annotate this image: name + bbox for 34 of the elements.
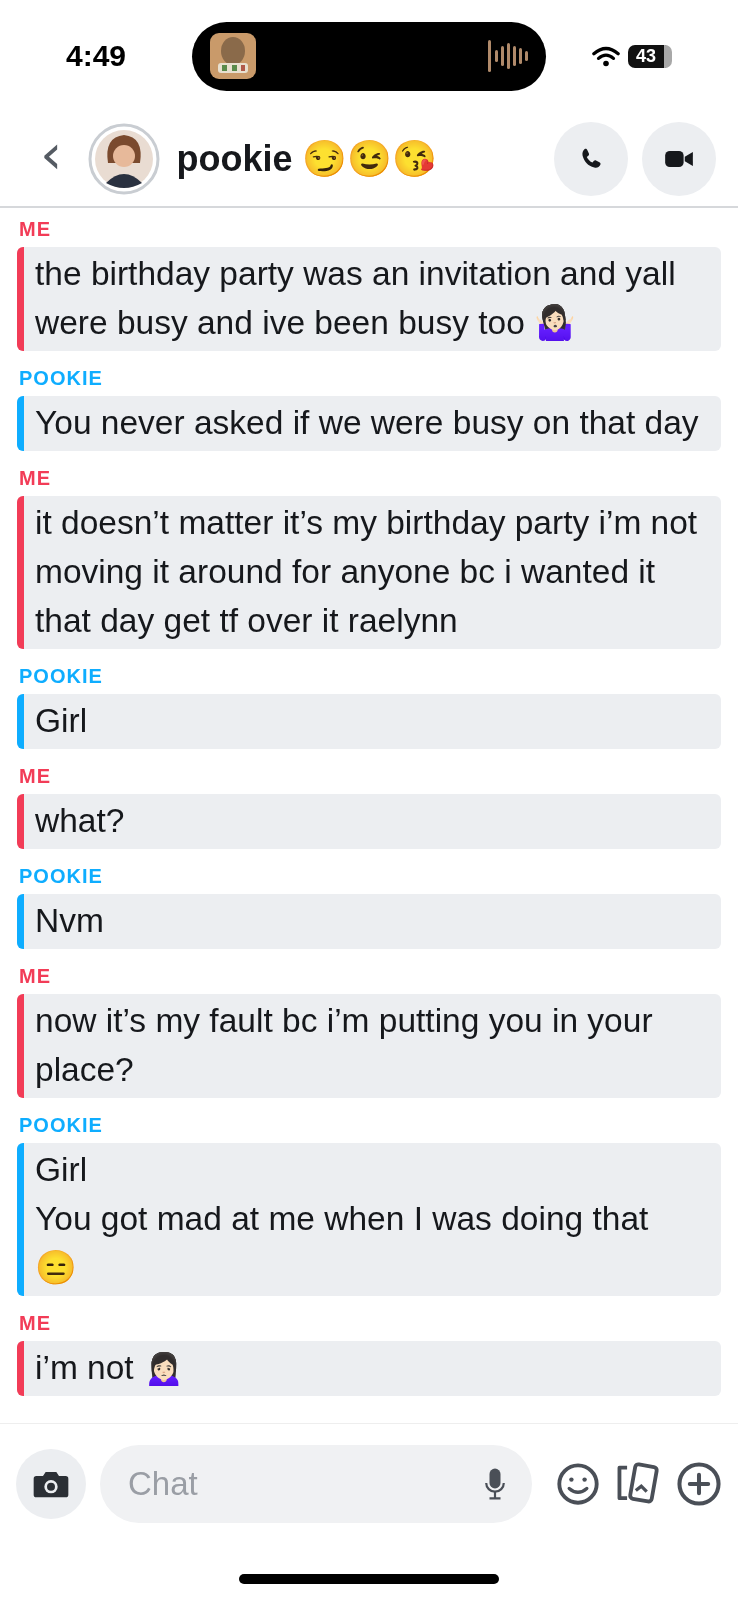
wifi-icon <box>592 45 620 67</box>
sender-label: POOKIE <box>19 865 104 888</box>
sender-label: POOKIE <box>19 1114 104 1137</box>
message-text: Girl You got mad at me when I was doing that 😑 <box>34 1150 650 1288</box>
sender-label: ME <box>19 1312 52 1335</box>
contact-name[interactable]: pookie 😏😉😘 <box>176 138 540 180</box>
sender-label: ME <box>19 765 52 788</box>
sender-stripe <box>17 694 24 749</box>
sender-label: POOKIE <box>19 367 104 390</box>
waveform-icon <box>488 40 528 72</box>
message-text: the birthday party was an invitation and yall were busy and ive been busy too 🤷🏻‍♀ <box>34 254 677 343</box>
sender-label: ME <box>19 467 52 490</box>
sender-label: ME <box>19 965 52 988</box>
plus-icon[interactable] <box>676 1461 722 1507</box>
message-text: You never asked if we were busy on that day <box>34 403 700 443</box>
status-time: 4:49 <box>66 39 128 73</box>
message-text: Nvm <box>34 901 105 941</box>
message-text: now it’s my fault bc i’m putting you in your place? <box>34 1001 654 1090</box>
microphone-icon[interactable] <box>484 1467 506 1501</box>
back-button[interactable]: ‹ <box>30 126 73 192</box>
sender-stripe <box>17 1341 24 1396</box>
avatar-icon[interactable] <box>88 123 161 195</box>
sender-stripe <box>17 396 24 451</box>
message-text: Girl <box>34 701 89 741</box>
battery-level: 43 <box>628 44 673 68</box>
message-text: it doesn’t matter it’s my birthday party i’m not moving it around for anyone bc i wanted it that day get tf over it raelynn <box>34 503 699 641</box>
chat-input-field[interactable]: Chat <box>100 1445 532 1523</box>
message-text: i’m not 🙍🏻‍♀ <box>34 1348 186 1388</box>
sender-stripe <box>17 794 24 849</box>
sender-stripe <box>17 894 24 949</box>
message-text: what? <box>34 801 126 841</box>
sender-label: POOKIE <box>19 665 104 688</box>
sender-label: ME <box>19 218 52 241</box>
smiley-icon[interactable] <box>556 1462 600 1506</box>
